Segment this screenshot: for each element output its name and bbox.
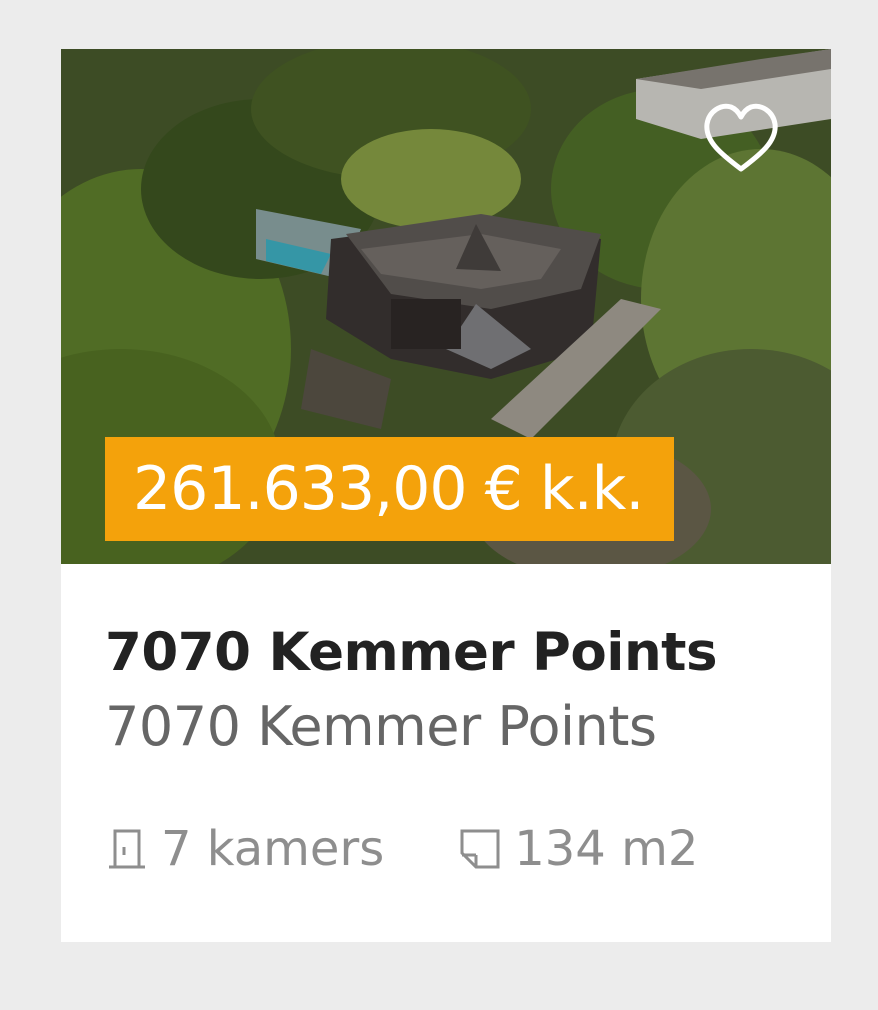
rooms-label: 7 kamers bbox=[161, 821, 385, 877]
property-card[interactable]: 261.633,00 € k.k. 7070 Kemmer Points 707… bbox=[61, 49, 831, 942]
favorite-button[interactable] bbox=[701, 99, 781, 179]
listing-address: 7070 Kemmer Points bbox=[105, 695, 657, 758]
price-badge: 261.633,00 € k.k. bbox=[105, 437, 674, 541]
heart-icon bbox=[704, 103, 778, 172]
area-label: 134 m2 bbox=[514, 821, 699, 877]
floor-area-icon bbox=[460, 829, 500, 869]
door-icon bbox=[109, 829, 145, 869]
rooms-feature: 7 kamers bbox=[105, 821, 384, 877]
property-photo[interactable]: 261.633,00 € k.k. bbox=[61, 49, 831, 564]
listing-title[interactable]: 7070 Kemmer Points bbox=[105, 619, 718, 687]
listing-features: 7 kamers 134 m2 bbox=[105, 817, 698, 881]
area-feature: 134 m2 bbox=[458, 821, 698, 877]
